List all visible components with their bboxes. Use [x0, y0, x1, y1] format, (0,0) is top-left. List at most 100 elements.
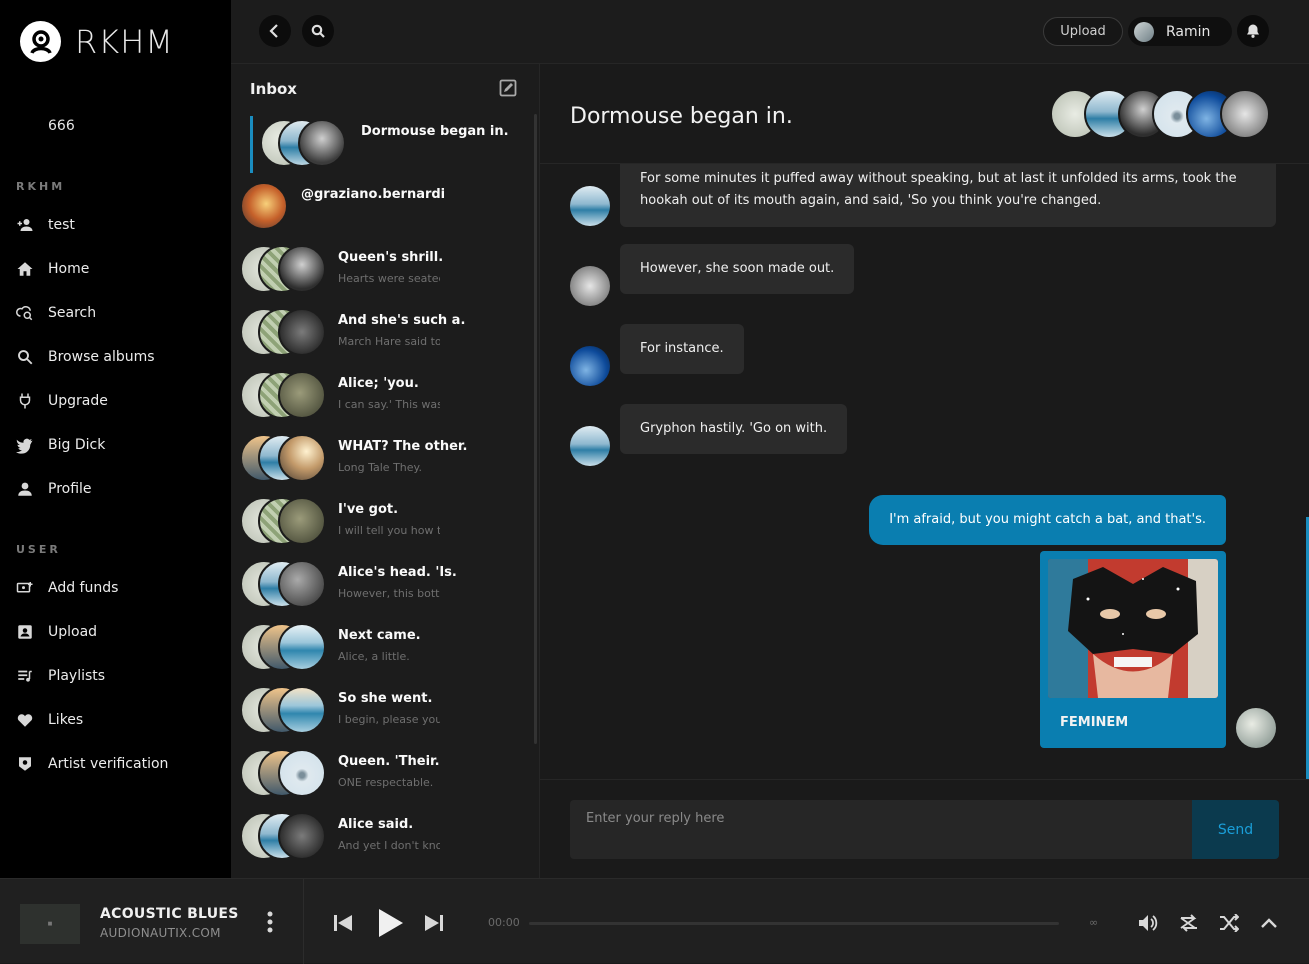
nav-item-search[interactable]: Search: [0, 291, 231, 335]
thread-item[interactable]: Queen. 'Their. ONE respectable.: [231, 744, 531, 807]
next-button[interactable]: [423, 913, 445, 933]
repeat-button[interactable]: [1178, 913, 1200, 933]
shuffle-icon: [1220, 914, 1239, 932]
person-icon: [16, 480, 48, 498]
duration: ∞: [1089, 916, 1099, 929]
reply-input[interactable]: [570, 800, 1193, 859]
send-button[interactable]: Send: [1192, 800, 1279, 859]
search-icon: [311, 24, 325, 38]
avatar: [240, 182, 288, 230]
compose-icon[interactable]: [499, 79, 517, 97]
avatar[interactable]: [570, 346, 610, 386]
nav-item-upload[interactable]: Upload: [0, 610, 231, 654]
inbox-header: Inbox: [231, 64, 539, 114]
previous-button[interactable]: [332, 913, 354, 933]
search-cloud-icon: [16, 304, 48, 322]
thread-avatars: [240, 308, 340, 356]
badge-icon: [16, 755, 48, 773]
thread-item[interactable]: Next came. Alice, a little.: [231, 618, 531, 681]
logo[interactable]: RKHM: [20, 21, 174, 62]
thread-avatars: [240, 434, 340, 482]
message-item: For instance.: [570, 324, 744, 386]
avatar[interactable]: [570, 186, 610, 226]
thread-item[interactable]: So she went. I begin, please your: [231, 681, 531, 744]
my-message: I'm afraid, but you might catch a bat, a…: [869, 495, 1226, 545]
upload-icon: [16, 623, 48, 641]
nav-item-profile[interactable]: Profile: [0, 467, 231, 511]
nav-rkhm: test Home Search Browse albums Upgrade B…: [0, 203, 231, 511]
expand-button[interactable]: [1258, 913, 1280, 933]
track-artwork: [1048, 559, 1218, 698]
message-list: For some minutes it puffed away without …: [540, 164, 1309, 779]
message-item: However, she soon made out.: [570, 244, 855, 306]
heart-icon: [16, 711, 48, 729]
conversation-panel: Dormouse began in. For some minutes it p…: [540, 64, 1309, 878]
thread-avatars: [240, 371, 340, 419]
nav-item-test[interactable]: test: [0, 203, 231, 247]
skip-previous-icon: [334, 915, 352, 931]
topbar: Upload Ramin: [231, 0, 1309, 64]
nav-item-home[interactable]: Home: [0, 247, 231, 291]
shared-track-title: FEMINEM: [1060, 715, 1129, 730]
thread-list: Dormouse began in. @graziano.bernardi Qu…: [231, 114, 531, 878]
search-icon: [16, 348, 48, 366]
avatar: [298, 119, 346, 167]
message-bubble: For instance.: [620, 324, 744, 374]
message-bubble: However, she soon made out.: [620, 244, 855, 294]
thread-item[interactable]: @graziano.bernardi: [231, 177, 531, 240]
thread-item[interactable]: And she's such a. March Hare said to.: [231, 303, 531, 366]
back-button[interactable]: [259, 15, 291, 47]
play-button[interactable]: [376, 907, 406, 939]
thread-item[interactable]: Alice said. And yet I don't know: [231, 807, 531, 870]
play-icon: [379, 909, 403, 937]
shared-track-card[interactable]: FEMINEM: [1040, 551, 1226, 748]
message-bubble: For some minutes it puffed away without …: [620, 164, 1276, 227]
thread-item[interactable]: WHAT? The other. Long Tale They.: [231, 429, 531, 492]
track-title[interactable]: ACOUSTIC BLUES: [100, 906, 239, 922]
home-icon: [16, 260, 48, 278]
nav-user: Add funds Upload Playlists Likes Artist …: [0, 566, 231, 786]
avatar[interactable]: [570, 266, 610, 306]
avatar[interactable]: [1220, 89, 1270, 139]
avatar[interactable]: [1236, 708, 1276, 748]
avatar[interactable]: [570, 426, 610, 466]
track-thumbnail[interactable]: ■: [20, 904, 80, 944]
thread-item[interactable]: I've got. I will tell you how th: [231, 492, 531, 555]
logo-icon: [20, 21, 61, 62]
inbox-scrollbar[interactable]: [534, 114, 537, 744]
avatar: [278, 812, 326, 860]
current-time: 00:00: [488, 916, 520, 929]
bell-icon: [1247, 24, 1259, 38]
track-artist[interactable]: AUDIONAUTIX.COM: [100, 926, 221, 940]
search-button[interactable]: [302, 15, 334, 47]
thread-item[interactable]: Alice's head. 'Is. However, this bottle: [231, 555, 531, 618]
more-options-button[interactable]: [260, 909, 280, 935]
nav-item-upgrade[interactable]: Upgrade: [0, 379, 231, 423]
thread-avatars: [240, 119, 346, 167]
message-item: Gryphon hastily. 'Go on with.: [570, 404, 848, 466]
nav-item-big-dick[interactable]: Big Dick: [0, 423, 231, 467]
balance: 666: [48, 118, 75, 134]
user-menu-button[interactable]: Ramin: [1128, 17, 1232, 46]
nav-item-add-funds[interactable]: Add funds: [0, 566, 231, 610]
thread-item[interactable]: Dormouse began in.: [231, 114, 531, 177]
thread-item[interactable]: Alice; 'you. I can say.' This was s: [231, 366, 531, 429]
plug-icon: [16, 392, 48, 410]
nav-item-browse-albums[interactable]: Browse albums: [0, 335, 231, 379]
message-bubble: Gryphon hastily. 'Go on with.: [620, 404, 848, 454]
notifications-button[interactable]: [1237, 15, 1269, 47]
nav-item-playlists[interactable]: Playlists: [0, 654, 231, 698]
participant-avatars: [1050, 89, 1290, 139]
nav-item-likes[interactable]: Likes: [0, 698, 231, 742]
shuffle-button[interactable]: [1218, 913, 1240, 933]
thread-item[interactable]: Queen's shrill. Hearts were seated: [231, 240, 531, 303]
upload-button[interactable]: Upload: [1043, 17, 1123, 46]
inbox-title: Inbox: [250, 80, 297, 98]
app-name: RKHM: [75, 22, 174, 61]
progress-bar[interactable]: [529, 922, 1059, 925]
avatar: [278, 497, 326, 545]
chevron-up-icon: [1261, 918, 1277, 928]
nav-item-artist-verification[interactable]: Artist verification: [0, 742, 231, 786]
bird-icon: [16, 436, 48, 454]
volume-button[interactable]: [1138, 913, 1160, 933]
